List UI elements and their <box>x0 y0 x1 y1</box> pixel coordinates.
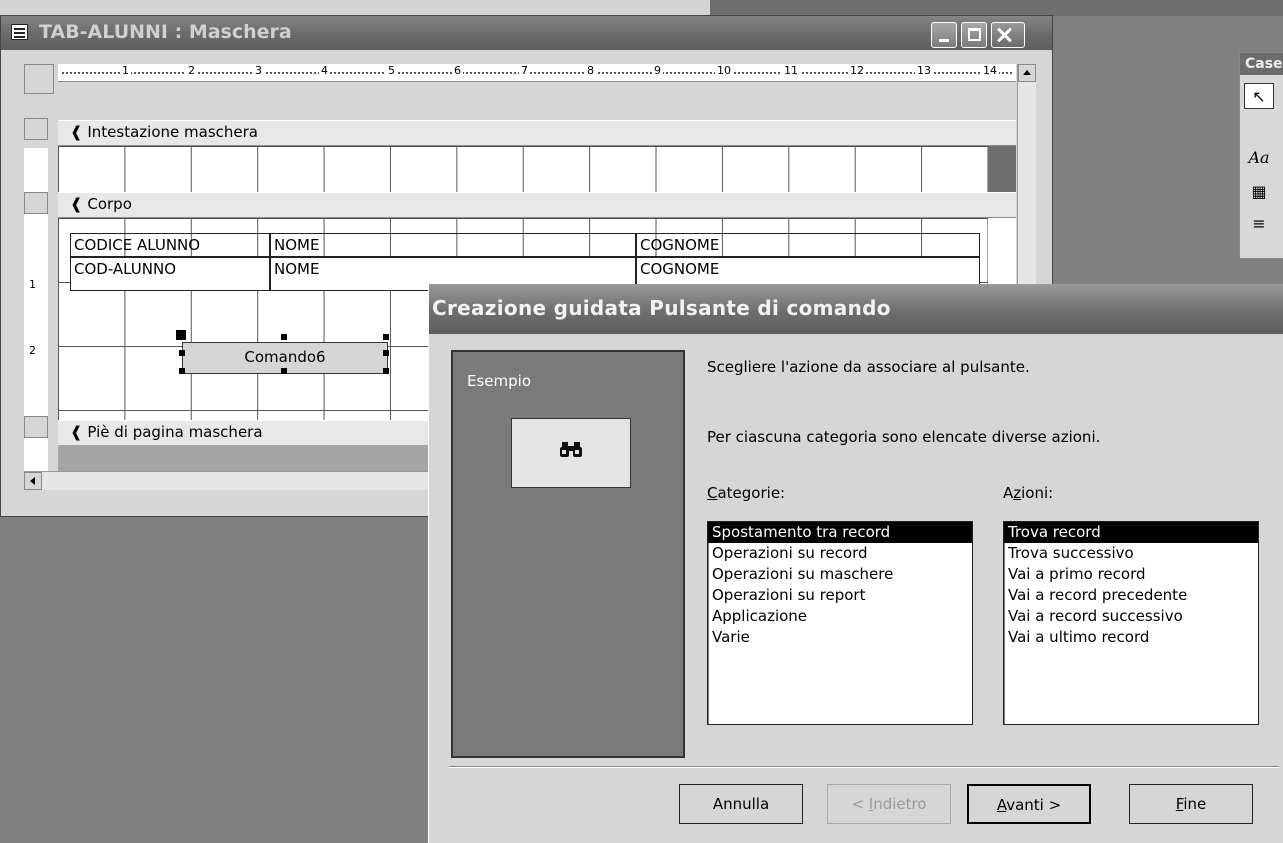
ruler-mark: 10 <box>715 64 733 77</box>
minimize-button[interactable] <box>931 22 957 48</box>
ruler-mark: 3 <box>253 64 264 77</box>
section-selector-body[interactable] <box>24 192 48 214</box>
arrow-left-icon <box>30 477 35 485</box>
label-nome[interactable]: NOME <box>270 233 636 257</box>
wizard-prompt: Scegliere l'azione da associare al pulsa… <box>707 358 1030 376</box>
toolbox-title[interactable]: Case <box>1240 53 1283 75</box>
action-item[interactable]: Vai a record precedente <box>1004 585 1258 606</box>
resize-handle[interactable] <box>281 368 287 374</box>
category-item[interactable]: Applicazione <box>708 606 972 627</box>
field-cod-alunno[interactable]: COD-ALUNNO <box>70 257 270 291</box>
list-icon[interactable]: ≡ <box>1244 211 1274 237</box>
arrow-up-icon <box>1023 70 1031 75</box>
label-tool-icon[interactable]: Aa <box>1244 145 1274 171</box>
categories-listbox[interactable]: Spostamento tra record Operazioni su rec… <box>707 521 973 725</box>
wizard-titlebar[interactable]: Creazione guidata Pulsante di comando <box>429 284 1283 334</box>
wizard-separator <box>449 766 1279 768</box>
ruler-mark: 14 <box>981 64 999 77</box>
horizontal-ruler: 1 2 3 4 5 6 7 8 9 10 11 12 13 14 <box>58 64 1016 82</box>
next-button[interactable]: Avanti > <box>967 784 1091 824</box>
form-window-icon <box>11 24 28 40</box>
action-item[interactable]: Trova record <box>1004 522 1258 543</box>
action-item[interactable]: Vai a ultimo record <box>1004 627 1258 648</box>
ruler-corner[interactable] <box>24 64 54 94</box>
toolbox-panel: Case ↖ Aa ▦ ≡ <box>1239 52 1283 259</box>
categories-label: Categorie: <box>707 484 786 502</box>
vertical-ruler: 1 2 <box>24 118 48 478</box>
label-codice-alunno[interactable]: CODICE ALUNNO <box>70 233 270 257</box>
resize-handle[interactable] <box>383 350 389 356</box>
finish-button[interactable]: Fine <box>1129 784 1253 824</box>
ruler-mark: 4 <box>319 64 330 77</box>
category-item[interactable]: Spostamento tra record <box>708 522 972 543</box>
ruler-mark: 11 <box>782 64 800 77</box>
scroll-up-button[interactable] <box>1018 64 1036 82</box>
resize-handle[interactable] <box>383 368 389 374</box>
actions-listbox[interactable]: Trova record Trova successivo Vai a prim… <box>1003 521 1259 725</box>
action-item[interactable]: Trova successivo <box>1004 543 1258 564</box>
category-item[interactable]: Operazioni su record <box>708 543 972 564</box>
section-header-bar[interactable]: ❰ Intestazione maschera <box>58 120 1016 146</box>
ruler-mark: 13 <box>915 64 933 77</box>
section-arrow-icon: ❰ <box>70 195 83 213</box>
section-selector-footer[interactable] <box>24 416 48 438</box>
vruler-mark: 1 <box>29 278 36 291</box>
maximize-icon <box>968 28 981 41</box>
ruler-mark: 6 <box>452 64 463 77</box>
wizard-title: Creazione guidata Pulsante di comando <box>432 296 891 320</box>
section-selector-header[interactable] <box>24 118 48 140</box>
header-grid-dark <box>988 146 1016 192</box>
category-item[interactable]: Varie <box>708 627 972 648</box>
label-cognome[interactable]: COGNOME <box>636 233 980 257</box>
ruler-mark: 1 <box>120 64 131 77</box>
ruler-mark: 12 <box>848 64 866 77</box>
binoculars-icon <box>512 439 630 464</box>
maximize-button[interactable] <box>961 22 987 48</box>
ruler-mark: 2 <box>186 64 197 77</box>
horizontal-scrollbar[interactable] <box>24 471 434 490</box>
ruler-mark: 8 <box>585 64 596 77</box>
move-handle[interactable] <box>176 330 186 340</box>
action-item[interactable]: Vai a primo record <box>1004 564 1258 585</box>
example-label: Esempio <box>467 372 531 390</box>
category-item[interactable]: Operazioni su maschere <box>708 564 972 585</box>
resize-handle[interactable] <box>281 334 287 340</box>
vruler-mark: 2 <box>29 344 36 357</box>
actions-label: Azioni: <box>1003 484 1054 502</box>
pointer-icon[interactable]: ↖ <box>1244 83 1274 109</box>
category-item[interactable]: Operazioni su report <box>708 585 972 606</box>
section-header-title: Intestazione maschera <box>87 123 258 141</box>
section-arrow-icon: ❰ <box>70 423 83 441</box>
section-arrow-icon: ❰ <box>70 123 83 141</box>
header-grid[interactable] <box>58 146 988 192</box>
action-item[interactable]: Vai a record successivo <box>1004 606 1258 627</box>
back-button[interactable]: < Indietro <box>827 784 951 824</box>
background-desktop-strip <box>710 0 1283 16</box>
ruler-mark: 7 <box>519 64 530 77</box>
section-body-title: Corpo <box>87 195 132 213</box>
form-window-title: TAB-ALUNNI : Maschera <box>39 21 292 43</box>
form-icon[interactable]: ▦ <box>1244 179 1274 205</box>
wizard-info: Per ciascuna categoria sono elencate div… <box>707 428 1101 446</box>
resize-handle[interactable] <box>179 368 185 374</box>
form-window-titlebar[interactable]: TAB-ALUNNI : Maschera <box>1 16 1052 50</box>
section-body-bar[interactable]: ❰ Corpo <box>58 192 1016 218</box>
resize-handle[interactable] <box>383 334 389 340</box>
ruler-mark: 9 <box>652 64 663 77</box>
scroll-left-button[interactable] <box>24 472 42 490</box>
command-button-wizard: Creazione guidata Pulsante di comando Es… <box>428 284 1283 843</box>
resize-handle[interactable] <box>179 350 185 356</box>
ruler-mark: 5 <box>386 64 397 77</box>
minimize-icon <box>939 39 949 42</box>
example-panel: Esempio <box>451 350 685 758</box>
close-button[interactable] <box>991 22 1025 48</box>
cancel-button[interactable]: Annulla <box>679 784 803 824</box>
section-footer-title: Piè di pagina maschera <box>87 423 263 441</box>
example-button-preview <box>511 418 631 488</box>
